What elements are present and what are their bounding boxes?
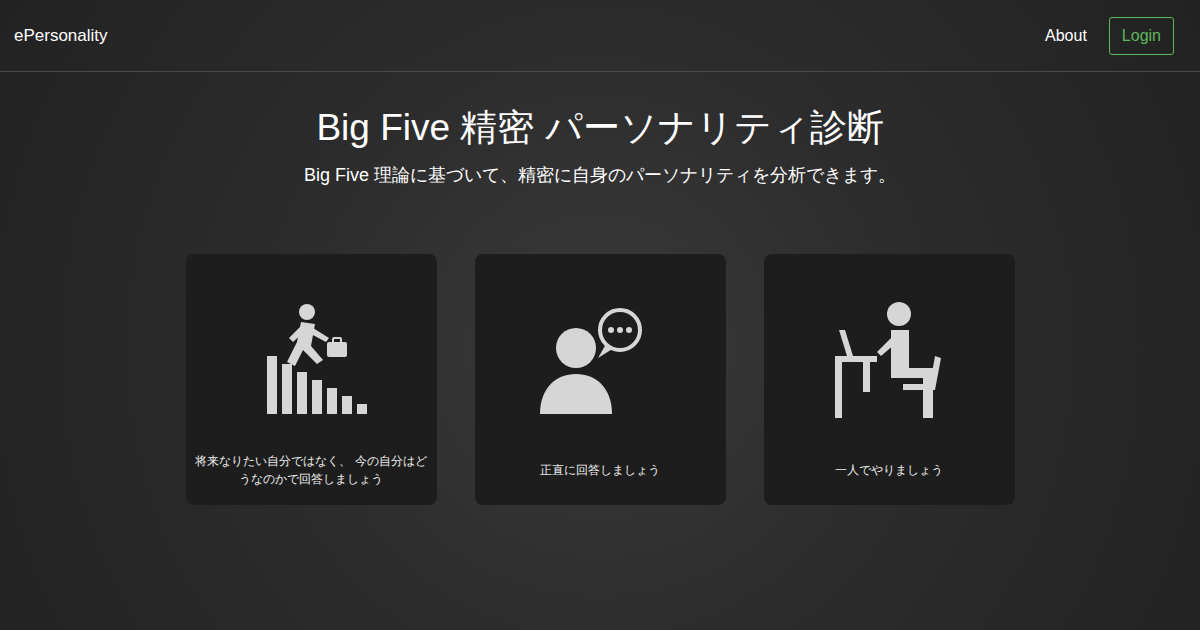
climbing-stairs-icon [251, 302, 371, 422]
nav-link[interactable]: About [1045, 24, 1087, 48]
card-text-area: 一人でやりましょう [764, 434, 1015, 505]
hero-title: Big Five 精密 パーソナリティ診断 [316, 104, 883, 152]
card-text: 将来なりたい自分ではなく、 今の自分はどうなのかで回答しましょう [194, 452, 429, 488]
card-icon-area [764, 254, 1015, 434]
card-text-area: 正直に回答しましょう [475, 434, 726, 505]
hero-subtitle: Big Five 理論に基づいて、精密に自身のパーソナリティを分析できます。 [304, 162, 896, 188]
page: ePersonality About Login Big Five 精密 パーソナリテ… [0, 0, 1200, 630]
tip-card: 一人でやりましょう [764, 254, 1015, 505]
tip-card: 正直に回答しましょう [475, 254, 726, 505]
tip-card: 将来なりたい自分ではなく、 今の自分はどうなのかで回答しましょう [186, 254, 437, 505]
login-button[interactable]: Login [1109, 17, 1174, 55]
card-text: 正直に回答しましょう [540, 461, 660, 479]
hero: Big Five 精密 パーソナリティ診断 Big Five 理論に基づいて、精密… [0, 72, 1200, 188]
card-icon-area [186, 254, 437, 434]
nav-right: About Login [1045, 17, 1186, 55]
navbar: ePersonality About Login [0, 0, 1200, 72]
card-text-area: 将来なりたい自分ではなく、 今の自分はどうなのかで回答しましょう [186, 434, 437, 505]
person-speaking-icon [540, 302, 660, 422]
brand[interactable]: ePersonality [14, 23, 108, 49]
card-row: 将来なりたい自分ではなく、 今の自分はどうなのかで回答しましょう 正直に回答しまし… [0, 254, 1200, 505]
card-text: 一人でやりましょう [835, 461, 943, 479]
person-at-desk-icon [829, 302, 949, 422]
card-icon-area [475, 254, 726, 434]
